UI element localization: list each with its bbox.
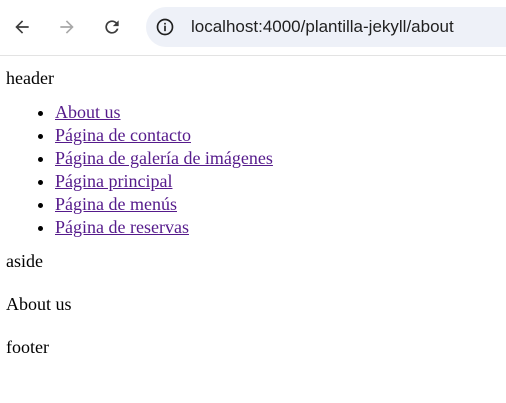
nav-link-about-us[interactable]: About us bbox=[55, 102, 121, 122]
main-text: About us bbox=[6, 294, 72, 314]
reload-icon bbox=[105, 20, 119, 34]
nav-link-reservas[interactable]: Página de reservas bbox=[55, 217, 189, 237]
url-text[interactable]: localhost:4000/plantilla-jekyll/about bbox=[191, 17, 454, 37]
browser-toolbar: localhost:4000/plantilla-jekyll/about bbox=[0, 0, 506, 56]
list-item: Página de menús bbox=[55, 193, 506, 216]
list-item: About us bbox=[55, 101, 506, 124]
nav-list: About us Página de contacto Página de ga… bbox=[6, 101, 506, 239]
page-content: header About us Página de contacto Págin… bbox=[0, 56, 506, 359]
info-icon[interactable] bbox=[155, 17, 175, 37]
forward-button[interactable] bbox=[53, 13, 81, 41]
footer-text: footer bbox=[6, 337, 49, 357]
list-item: Página principal bbox=[55, 170, 506, 193]
nav-link-principal[interactable]: Página principal bbox=[55, 171, 172, 191]
header-text: header bbox=[6, 68, 54, 88]
address-bar[interactable]: localhost:4000/plantilla-jekyll/about bbox=[146, 7, 506, 47]
aside-text: aside bbox=[6, 251, 43, 271]
back-button[interactable] bbox=[8, 13, 36, 41]
nav-link-menus[interactable]: Página de menús bbox=[55, 194, 177, 214]
nav-link-contacto[interactable]: Página de contacto bbox=[55, 125, 191, 145]
reload-button[interactable] bbox=[98, 13, 126, 41]
back-arrow-icon bbox=[15, 20, 29, 34]
list-item: Página de reservas bbox=[55, 216, 506, 239]
nav-link-galeria[interactable]: Página de galería de imágenes bbox=[55, 148, 273, 168]
forward-arrow-icon bbox=[60, 20, 74, 34]
list-item: Página de contacto bbox=[55, 124, 506, 147]
list-item: Página de galería de imágenes bbox=[55, 147, 506, 170]
